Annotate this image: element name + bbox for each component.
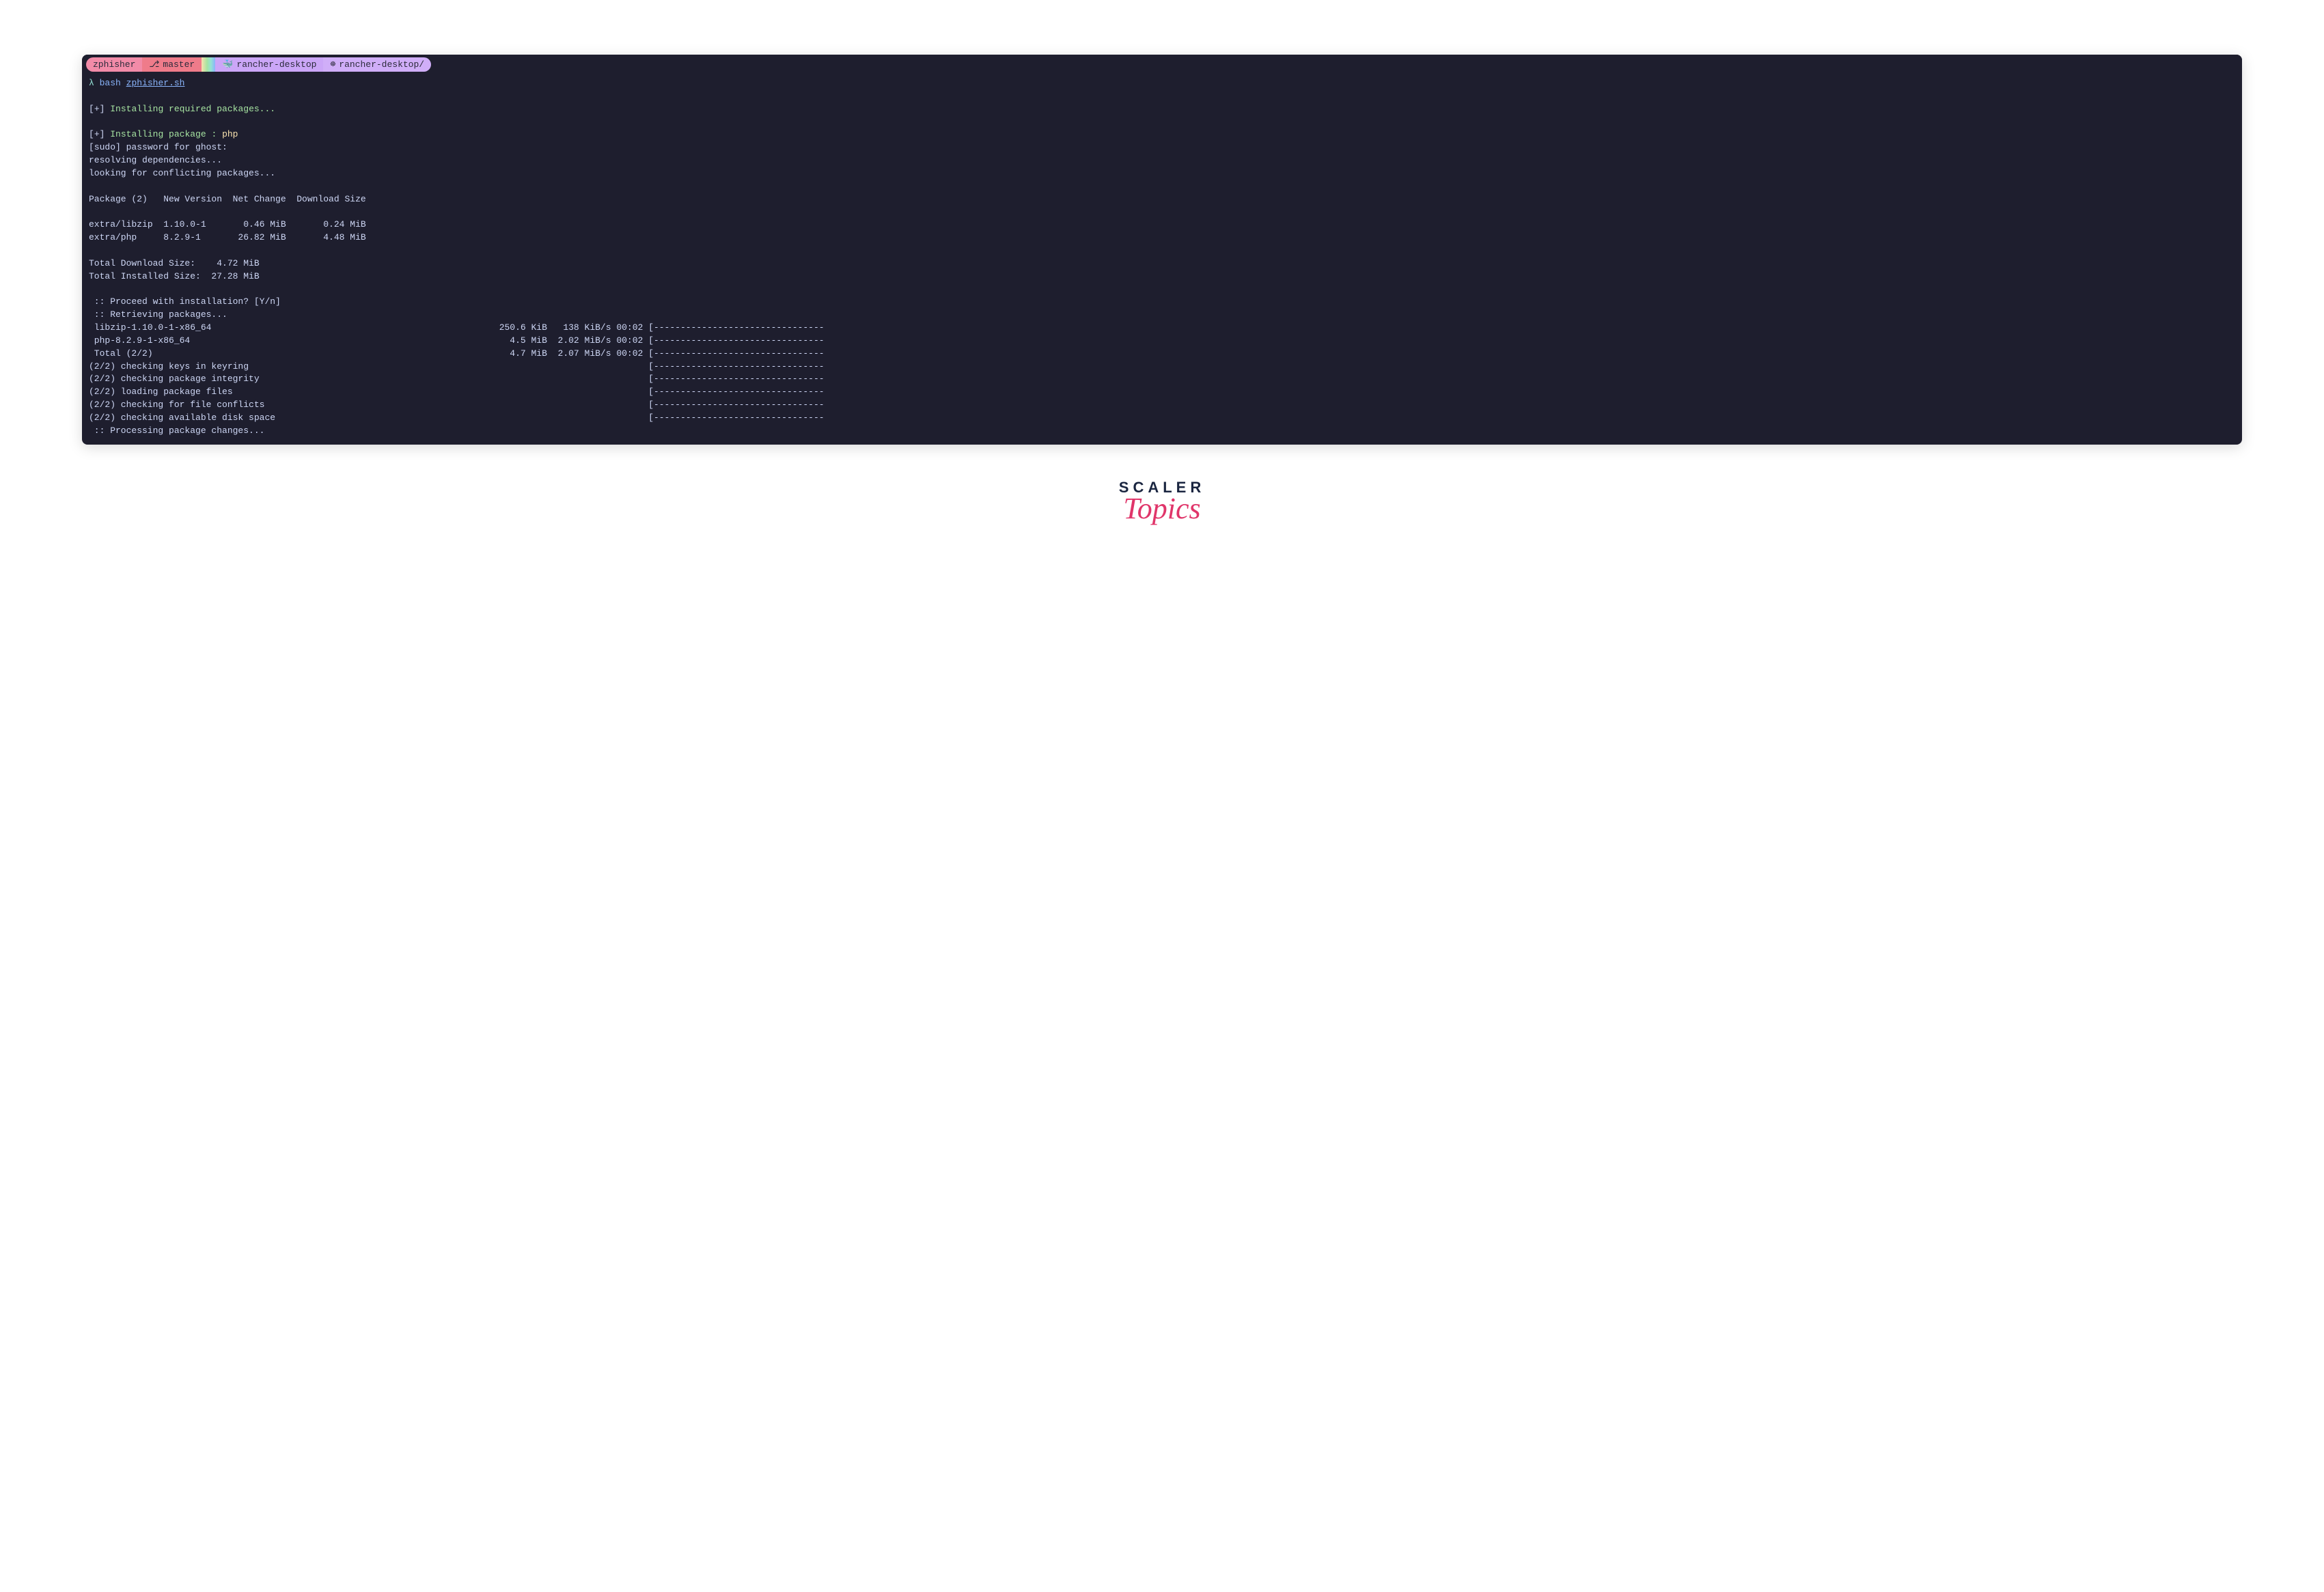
prompt-symbol: λ — [89, 78, 94, 88]
line13: libzip-1.10.0-1-x86_64 250.6 KiB 138 KiB… — [89, 322, 825, 333]
line20: (2/2) checking available disk space [---… — [89, 413, 825, 423]
line19: (2/2) checking for file conflicts [-----… — [89, 400, 825, 410]
line4: resolving dependencies... — [89, 155, 222, 165]
line10: Total Installed Size: 27.28 MiB — [89, 271, 260, 281]
line6: Package (2) New Version Net Change Downl… — [89, 194, 366, 204]
line14: php-8.2.9-1-x86_64 4.5 MiB 2.02 MiB/s 00… — [89, 335, 825, 346]
status-pill[interactable]: zphisher ⎇ master 🐳 rancher-desktop ☸ ra… — [86, 57, 431, 72]
git-branch-icon: ⎇ — [149, 59, 159, 70]
branch-segment: ⎇ master — [142, 57, 202, 72]
line2-pkg: php — [222, 129, 238, 139]
context2-name: rancher-desktop/ — [339, 59, 424, 70]
project-name: zphisher — [93, 59, 135, 70]
line15: Total (2/2) 4.7 MiB 2.07 MiB/s 00:02 [--… — [89, 348, 825, 359]
line16: (2/2) checking keys in keyring [--------… — [89, 361, 825, 372]
context1-name: rancher-desktop — [236, 59, 316, 70]
line1-bracket-close: ] — [100, 104, 111, 114]
terminal-window: zphisher ⎇ master 🐳 rancher-desktop ☸ ra… — [82, 55, 2242, 445]
terminal-output[interactable]: λ bash zphisher.sh [+] Installing requir… — [82, 74, 2242, 445]
tab-bar: zphisher ⎇ master 🐳 rancher-desktop ☸ ra… — [82, 55, 2242, 74]
footer-brand: SCALER Topics — [1119, 479, 1205, 526]
rainbow-divider — [202, 57, 215, 72]
line5: looking for conflicting packages... — [89, 168, 275, 178]
line17: (2/2) checking package integrity [------… — [89, 374, 825, 384]
line8: extra/php 8.2.9-1 26.82 MiB 4.48 MiB — [89, 232, 366, 242]
project-segment: zphisher — [86, 57, 142, 72]
line1-plus: + — [94, 104, 100, 114]
line9: Total Download Size: 4.72 MiB — [89, 258, 260, 268]
line11: :: Proceed with installation? [Y/n] — [89, 296, 281, 307]
branch-name: master — [163, 59, 195, 70]
command-script: zphisher.sh — [126, 78, 185, 88]
line18: (2/2) loading package files [-----------… — [89, 387, 825, 397]
line2-bracket-close: ] — [100, 129, 111, 139]
line2-text: Installing package : — [110, 129, 222, 139]
line2-bracket-open: [ — [89, 129, 94, 139]
line7: extra/libzip 1.10.0-1 0.46 MiB 0.24 MiB — [89, 219, 366, 229]
context2-segment: ☸ rancher-desktop/ — [323, 57, 431, 72]
line1-bracket-open: [ — [89, 104, 94, 114]
context1-segment: 🐳 rancher-desktop — [215, 57, 323, 72]
brand-topics: Topics — [1123, 491, 1200, 526]
kube-icon: ☸ — [330, 59, 335, 70]
line12: :: Retrieving packages... — [89, 309, 227, 320]
line3: [sudo] password for ghost: — [89, 142, 227, 152]
line2-plus: + — [94, 129, 100, 139]
line21: :: Processing package changes... — [89, 425, 264, 436]
docker-icon: 🐳 — [222, 59, 233, 70]
line1-text: Installing required packages... — [110, 104, 275, 114]
command-bash: bash — [100, 78, 121, 88]
